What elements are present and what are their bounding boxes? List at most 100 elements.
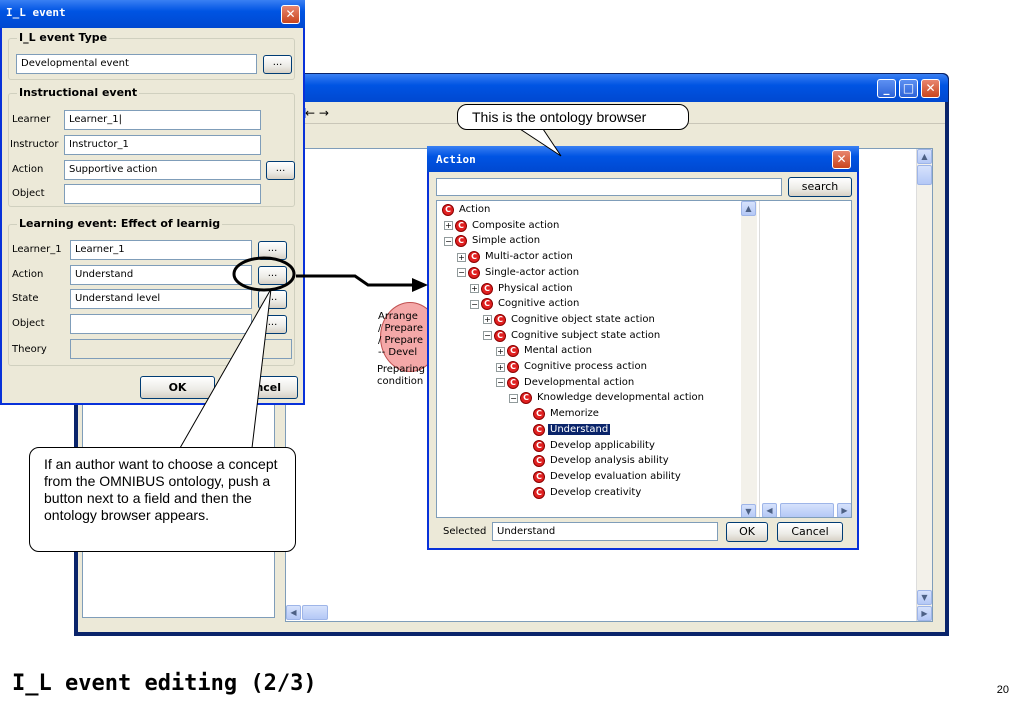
tree-node[interactable]: C Memorize — [533, 407, 601, 423]
expand-icon[interactable]: + — [496, 362, 505, 372]
minimize-button[interactable]: _ — [877, 79, 896, 98]
scroll-up-icon[interactable]: ▲ — [741, 201, 756, 216]
theory-label: Theory — [12, 344, 47, 355]
tree-node-label: Single-actor action — [485, 266, 580, 278]
concept-icon: C — [494, 313, 506, 326]
tree-node-label: Developmental action — [524, 376, 635, 388]
tree-node[interactable]: + C Cognitive process action — [496, 360, 649, 376]
il-ok-button[interactable]: OK — [140, 376, 215, 399]
scroll-left-icon[interactable]: ◀ — [286, 605, 301, 620]
tree-node[interactable]: + C Multi-actor action — [457, 250, 575, 266]
scroll-right-icon[interactable]: ▶ — [917, 606, 932, 621]
tree-node[interactable]: − C Single-actor action — [457, 266, 581, 282]
horizontal-scrollbar[interactable]: ◀ — [286, 605, 330, 621]
selected-field[interactable]: Understand — [492, 522, 718, 541]
concept-icon: C — [468, 251, 480, 264]
minimize-icon: _ — [883, 81, 890, 95]
collapse-icon[interactable]: − — [444, 236, 453, 246]
expand-icon[interactable]: + — [470, 284, 479, 293]
page-number: 20 — [996, 684, 1009, 696]
event-type-browse-button[interactable]: ... — [263, 55, 292, 74]
hscroll-thumb[interactable] — [780, 503, 834, 517]
concept-tree[interactable]: C Action + C Composite action − C Simple action… — [436, 200, 852, 518]
tree-node[interactable]: C Develop evaluation ability — [533, 470, 683, 486]
action-field[interactable]: Supportive action — [64, 160, 261, 180]
scroll-up-icon[interactable]: ▲ — [917, 149, 932, 164]
tree-node-label: Cognitive subject state action — [511, 329, 661, 341]
tree-node[interactable]: C Develop analysis ability — [533, 454, 671, 470]
hscroll-thumb[interactable] — [302, 605, 328, 620]
scroll-down-icon[interactable]: ▼ — [917, 590, 932, 605]
scroll-right-icon[interactable]: ▶ — [837, 503, 851, 517]
action-browse-button[interactable]: ... — [266, 161, 295, 180]
object-field[interactable] — [64, 184, 261, 204]
tree-node[interactable]: − C Simple action — [444, 234, 542, 250]
concept-icon: C — [533, 408, 545, 421]
expand-icon[interactable]: + — [496, 346, 505, 356]
learning-action-label: Action — [12, 269, 44, 280]
expand-icon[interactable]: + — [444, 221, 453, 231]
tree-node-label: Develop analysis ability — [550, 455, 669, 467]
instructor-field[interactable]: Instructor_1 — [64, 135, 261, 155]
learner-1-browse-button[interactable]: ... — [258, 241, 287, 260]
scroll-down-icon[interactable]: ▼ — [741, 504, 756, 517]
collapse-icon[interactable]: − — [509, 393, 518, 403]
tree-node[interactable]: C Action — [442, 203, 492, 219]
tree-node[interactable]: − C Cognitive action — [470, 297, 581, 313]
ontology-close-button[interactable]: ✕ — [832, 150, 851, 169]
expand-icon[interactable]: + — [483, 315, 492, 325]
instruction-callout: If an author want to choose a concept fr… — [29, 447, 296, 552]
back-forward-arrows[interactable]: ← → — [305, 106, 329, 120]
ontology-cancel-button[interactable]: Cancel — [777, 522, 843, 542]
scroll-left-icon[interactable]: ◀ — [762, 503, 777, 517]
tree-node-label: Understand — [548, 423, 611, 435]
tree-node-label: Cognitive object state action — [511, 313, 655, 325]
tree-node[interactable]: − C Developmental action — [496, 376, 636, 392]
il-cancel-button[interactable]: Cancel — [223, 376, 298, 399]
learner-field[interactable]: Learner_1| — [64, 110, 261, 130]
collapse-icon[interactable]: − — [470, 299, 479, 309]
tree-node[interactable]: + C Composite action — [444, 219, 561, 235]
il-event-dialog: I_L event ✕ I_L event Type Developmental… — [0, 0, 305, 405]
scroll-thumb[interactable] — [917, 165, 932, 185]
collapse-icon[interactable]: − — [483, 331, 492, 341]
tree-node[interactable]: C Develop creativity — [533, 486, 643, 502]
tree-vertical-scrollbar[interactable]: ▲ ▼ — [741, 201, 757, 517]
tree-node-label: Cognitive action — [498, 298, 580, 310]
tree-node[interactable]: − C Cognitive subject state action — [483, 329, 662, 345]
action-label: Action — [12, 164, 44, 175]
learning-event-legend: Learning event: Effect of learnig — [17, 217, 223, 230]
learner-1-label: Learner_1 — [12, 244, 62, 255]
tree-node[interactable]: C Develop applicability — [533, 439, 657, 455]
learning-object-field[interactable] — [70, 314, 252, 334]
learning-action-browse-button[interactable]: ... — [258, 266, 287, 285]
learner-1-field[interactable]: Learner_1 — [70, 240, 252, 260]
instructor-label: Instructor — [10, 139, 59, 150]
concept-icon: C — [533, 486, 545, 499]
tree-node[interactable]: + C Physical action — [470, 282, 575, 298]
vertical-scrollbar[interactable]: ▲ ▼ ▶ — [916, 149, 932, 621]
tree-node[interactable]: − C Knowledge developmental action — [509, 391, 706, 407]
maximize-button[interactable]: □ — [899, 79, 918, 98]
state-field[interactable]: Understand level — [70, 289, 252, 309]
state-browse-button[interactable]: ... — [258, 290, 287, 309]
tree-node[interactable]: + C Mental action — [496, 344, 594, 360]
tree-node[interactable]: + C Cognitive object state action — [483, 313, 657, 329]
close-button[interactable]: ✕ — [921, 79, 940, 98]
ontology-ok-button[interactable]: OK — [726, 522, 768, 542]
tree-node-label: Composite action — [472, 219, 560, 231]
search-button[interactable]: search — [788, 177, 852, 197]
tree-node[interactable]: C Understand — [533, 423, 611, 439]
collapse-icon[interactable]: − — [457, 268, 466, 278]
search-input[interactable] — [436, 178, 782, 196]
instructional-event-legend: Instructional event — [17, 86, 140, 99]
close-icon: ✕ — [836, 152, 847, 166]
expand-icon[interactable]: + — [457, 252, 466, 262]
collapse-icon[interactable]: − — [496, 378, 505, 388]
learning-object-browse-button[interactable]: ... — [258, 315, 287, 334]
il-close-button[interactable]: ✕ — [281, 5, 300, 24]
concept-icon: C — [533, 470, 545, 483]
learning-action-field[interactable]: Understand — [70, 265, 252, 285]
event-type-field[interactable]: Developmental event — [16, 54, 257, 74]
selected-label: Selected — [443, 526, 487, 537]
